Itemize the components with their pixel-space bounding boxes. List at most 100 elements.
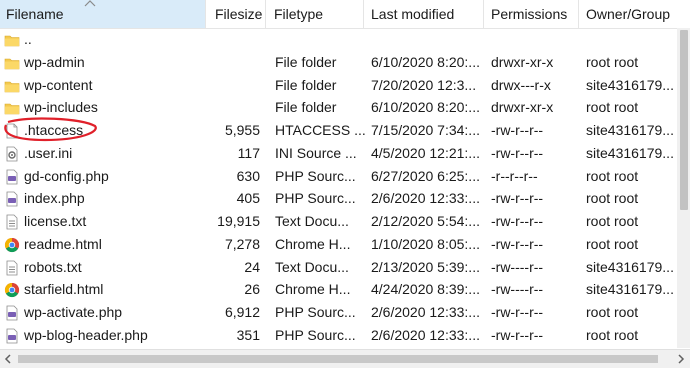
- column-header-filename-label: Filename: [6, 6, 64, 22]
- file-last-modified: 7/20/2020 12:3...: [371, 76, 477, 93]
- file-permissions: -rw-r--r--: [491, 304, 544, 320]
- file-permissions: drwxr-xr-x: [491, 99, 554, 116]
- file-permissions: -rw-r--r--: [491, 122, 544, 138]
- file-type: [275, 28, 365, 51]
- column-header-permissions[interactable]: Permissions: [484, 0, 579, 28]
- file-last-modified: 2/6/2020 12:33:...: [371, 326, 480, 343]
- horizontal-scrollbar[interactable]: [0, 349, 690, 368]
- file-row[interactable]: wp-blog-header.php 351 PHP Sourc... 2/6/202…: [0, 324, 677, 347]
- column-header-filetype[interactable]: Filetype: [266, 0, 364, 28]
- file-owner-group: site4316179...: [586, 76, 674, 93]
- file-permissions: -rw-r--r--: [491, 190, 544, 207]
- file-type: File folder: [275, 99, 337, 116]
- column-header-last-modified-label: Last modified: [371, 6, 455, 22]
- file-row[interactable]: ..: [0, 28, 677, 51]
- column-header-filetype-label: Filetype: [274, 6, 324, 22]
- file-size: 630: [236, 167, 260, 184]
- file-owner-group: site4316179...: [586, 258, 674, 275]
- file-type: File folder: [275, 76, 337, 93]
- column-header-last-modified[interactable]: Last modified: [364, 0, 484, 28]
- file-owner-group: site4316179...: [586, 122, 674, 138]
- file-row[interactable]: .user.ini 117 INI Source ... 4/5/2020 12:21…: [0, 142, 677, 165]
- file-name: robots.txt: [24, 258, 82, 275]
- file-permissions: -rw-r--r--: [491, 235, 544, 252]
- php-file-icon: [4, 191, 20, 207]
- file-size: 405: [236, 190, 260, 207]
- file-name: starfield.html: [24, 281, 104, 298]
- file-row[interactable]: readme.html 7,278 Chrome H... 1/10/2020 8:0…: [0, 233, 677, 256]
- file-name: wp-includes: [24, 99, 98, 116]
- file-last-modified: 6/27/2020 6:25:...: [371, 167, 480, 184]
- file-permissions: -rw-r--r--: [491, 326, 544, 343]
- file-type: PHP Sourc...: [275, 167, 356, 184]
- file-name: index.php: [24, 190, 85, 207]
- file-last-modified: 6/10/2020 8:20:...: [371, 53, 480, 70]
- file-last-modified: 1/10/2020 8:05:...: [371, 235, 480, 252]
- horizontal-scroll-thumb[interactable]: [18, 355, 658, 363]
- file-last-modified: 6/10/2020 8:20:...: [371, 99, 480, 116]
- column-header-filename[interactable]: Filename: [0, 0, 206, 28]
- file-row[interactable]: .htaccess 5,955 HTACCESS ... 7/15/2020 7:34…: [0, 119, 677, 142]
- file-permissions: -rw----r--: [491, 281, 544, 298]
- folder-icon: [4, 55, 20, 71]
- chrome-icon: [4, 237, 20, 253]
- scroll-left-icon[interactable]: [3, 354, 13, 364]
- file-owner-group: [586, 28, 677, 51]
- chrome-icon: [4, 282, 20, 298]
- vertical-scrollbar[interactable]: [677, 28, 690, 348]
- column-header-filesize-label: Filesize: [215, 6, 263, 22]
- file-permissions: -rw----r--: [491, 258, 544, 275]
- file-owner-group: root root: [586, 213, 639, 229]
- file-row[interactable]: wp-includes File folder 6/10/2020 8:20:...…: [0, 96, 677, 119]
- file-owner-group: root root: [586, 53, 639, 70]
- file-row[interactable]: robots.txt 24 Text Docu... 2/13/2020 5:39:.…: [0, 256, 677, 279]
- file-name: wp-blog-header.php: [24, 326, 148, 343]
- file-last-modified: 4/5/2020 12:21:...: [371, 144, 480, 161]
- file-owner-group: root root: [586, 235, 639, 252]
- file-size: 6,912: [224, 304, 260, 320]
- file-list: .. wp-admin File folder 6/10/2020 8:20:... d…: [0, 28, 677, 348]
- settings-file-icon: [4, 146, 20, 162]
- file-row[interactable]: wp-content File folder 7/20/2020 12:3... dr…: [0, 74, 677, 97]
- file-owner-group: site4316179...: [586, 144, 674, 161]
- file-name: .htaccess: [24, 122, 84, 138]
- file-last-modified: 2/13/2020 5:39:...: [371, 258, 480, 275]
- file-row[interactable]: index.php 405 PHP Sourc... 2/6/2020 12:33:.…: [0, 187, 677, 210]
- file-size: 26: [244, 281, 260, 298]
- file-size: [200, 96, 260, 119]
- php-file-icon: [4, 305, 20, 321]
- file-size: [200, 28, 260, 51]
- column-header-owner-group-label: Owner/Group: [586, 6, 671, 22]
- file-size: [200, 74, 260, 97]
- file-owner-group: root root: [586, 99, 639, 116]
- file-name: wp-content: [24, 76, 93, 93]
- file-type: Chrome H...: [275, 281, 351, 298]
- file-name: wp-admin: [24, 53, 85, 70]
- file-permissions: -r--r--r--: [491, 167, 538, 184]
- file-permissions: drwxr-xr-x: [491, 53, 554, 70]
- file-row[interactable]: wp-activate.php 6,912 PHP Sourc... 2/6/2020…: [0, 301, 677, 324]
- file-type: Chrome H...: [275, 235, 351, 252]
- sort-ascending-icon: [84, 0, 96, 7]
- php-file-icon: [4, 328, 20, 344]
- vertical-scroll-thumb[interactable]: [680, 30, 688, 210]
- file-row[interactable]: starfield.html 26 Chrome H... 4/24/2020 8:3…: [0, 278, 677, 301]
- column-header-filesize[interactable]: Filesize: [206, 0, 266, 28]
- file-type: INI Source ...: [275, 144, 357, 161]
- file-owner-group: root root: [586, 304, 639, 320]
- file-type: PHP Sourc...: [275, 326, 356, 343]
- file-type: HTACCESS ...: [275, 122, 365, 138]
- scroll-right-icon[interactable]: [676, 354, 686, 364]
- file-type: File folder: [275, 53, 337, 70]
- file-owner-group: root root: [586, 167, 639, 184]
- file-row[interactable]: wp-admin File folder 6/10/2020 8:20:... drw…: [0, 51, 677, 74]
- file-size: 19,915: [217, 213, 260, 229]
- file-owner-group: root root: [586, 326, 639, 343]
- file-row[interactable]: license.txt 19,915 Text Docu... 2/12/2020 5…: [0, 210, 677, 233]
- file-name: gd-config.php: [24, 167, 109, 184]
- column-header-owner-group[interactable]: Owner/Group: [579, 0, 690, 28]
- file-type: PHP Sourc...: [275, 190, 356, 207]
- file-permissions: [491, 28, 579, 51]
- file-last-modified: [371, 28, 483, 51]
- file-row[interactable]: gd-config.php 630 PHP Sourc... 6/27/2020 6:…: [0, 165, 677, 188]
